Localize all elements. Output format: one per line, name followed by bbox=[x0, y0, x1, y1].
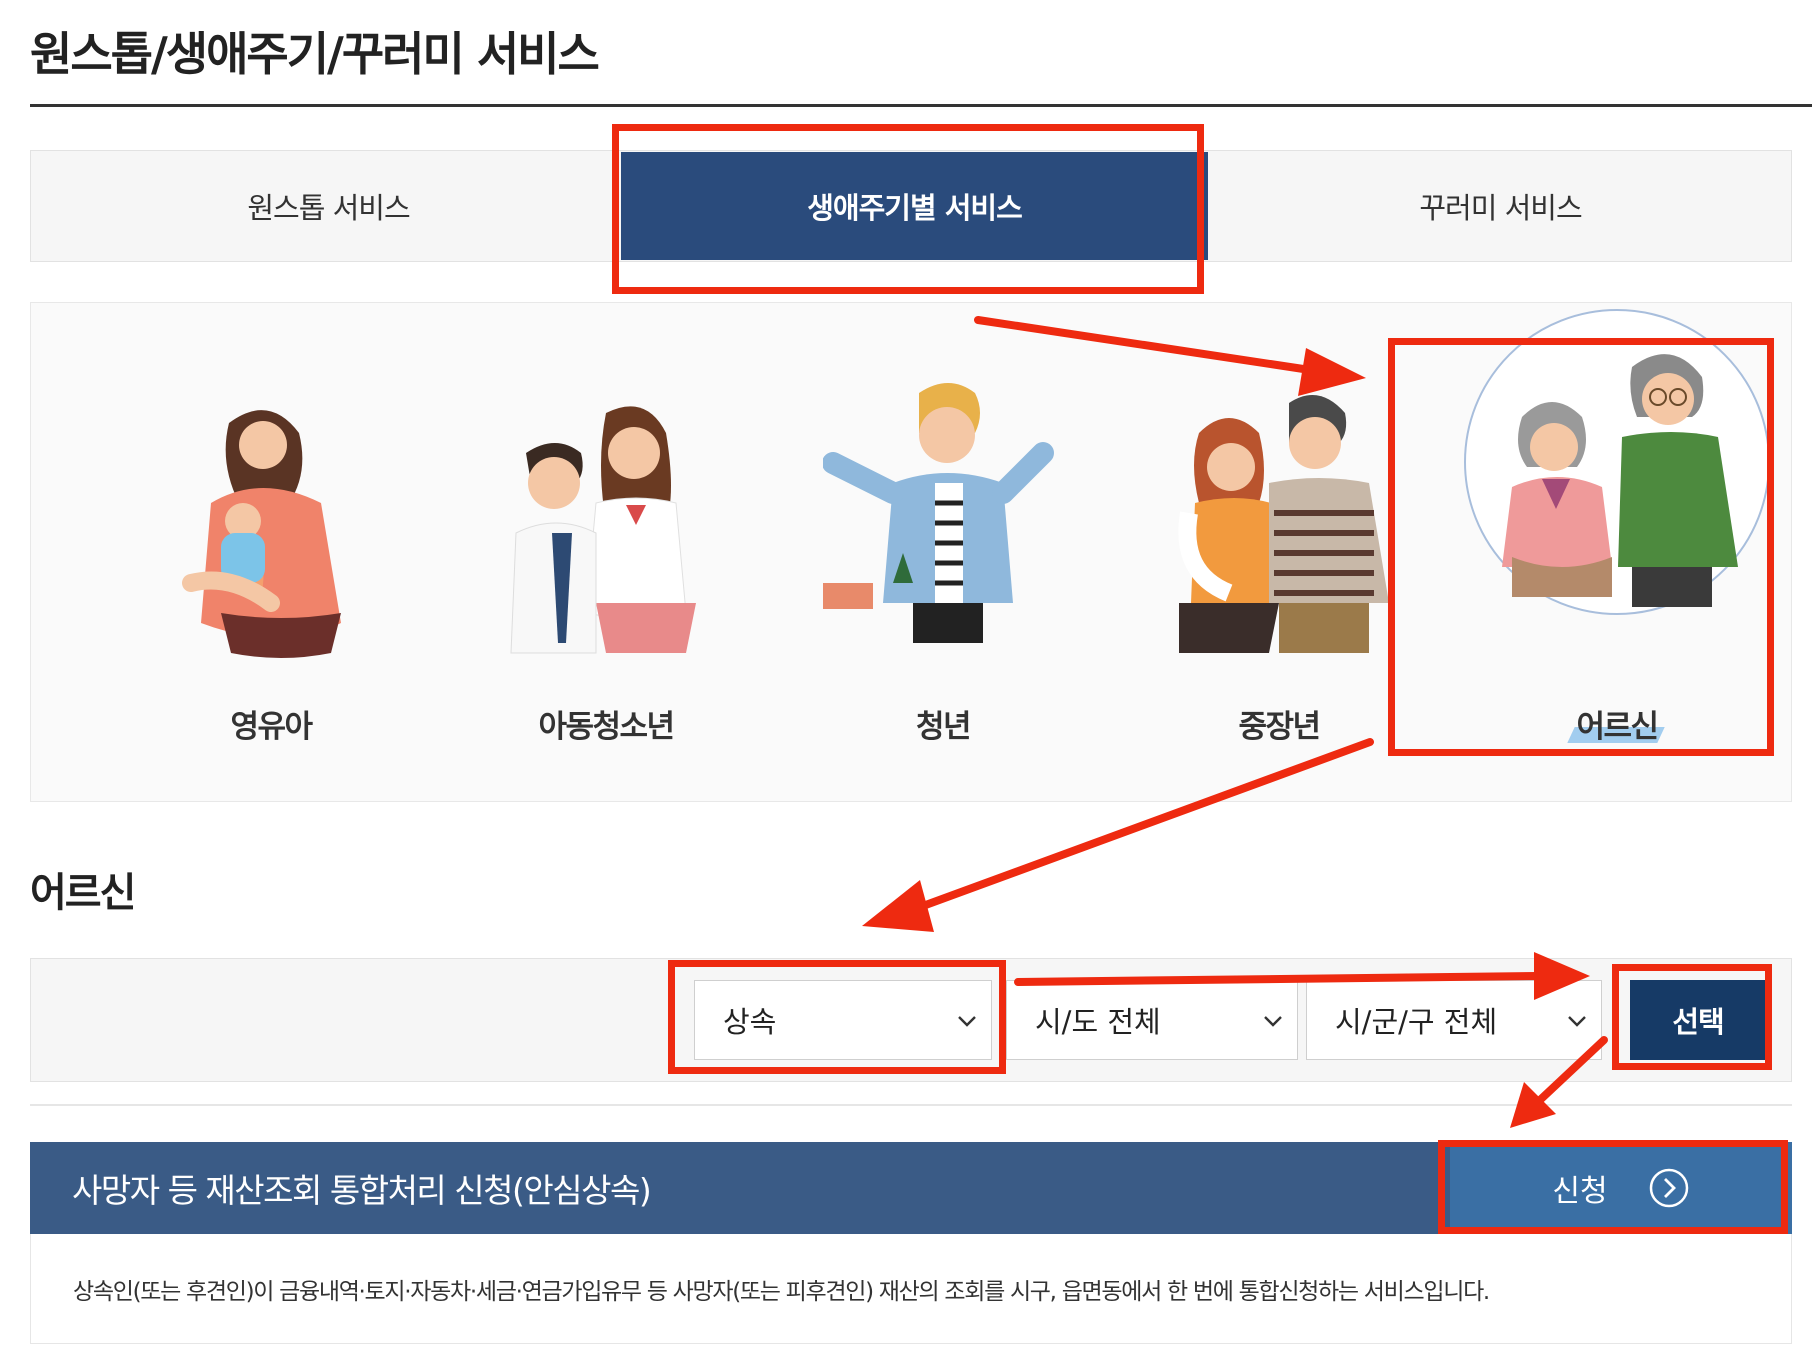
stage-label-youth: 아동청소년 bbox=[538, 709, 675, 745]
tab-package[interactable]: 꾸러미 서비스 bbox=[1208, 151, 1793, 261]
life-stage-panel: 영유아 아동청소년 청년 중장년 어르신 bbox=[30, 302, 1792, 802]
stage-label-young-adult: 청년 bbox=[915, 709, 972, 745]
mother-baby-illustration bbox=[182, 410, 341, 658]
province-select[interactable]: 시/도 전체 bbox=[1006, 980, 1298, 1060]
province-select-value: 시/도 전체 bbox=[1035, 1005, 1161, 1039]
service-item-header: 사망자 등 재산조회 통합처리 신청(안심상속) 신청 bbox=[30, 1142, 1792, 1234]
young-adult-illustration bbox=[823, 383, 1054, 643]
page-title: 원스톱/생애주기/꾸러미 서비스 bbox=[30, 27, 600, 81]
select-button[interactable]: 선택 bbox=[1630, 980, 1766, 1060]
children-illustration bbox=[510, 406, 696, 654]
stage-infant[interactable]: 영유아 bbox=[121, 303, 421, 783]
service-title: 사망자 등 재산조회 통합처리 신청(안심상속) bbox=[72, 1171, 652, 1210]
stage-label-senior: 어르신 bbox=[1576, 709, 1659, 745]
chevron-down-icon bbox=[1568, 1016, 1586, 1027]
chevron-down-icon bbox=[1264, 1016, 1282, 1027]
stage-senior[interactable]: 어르신 bbox=[1464, 303, 1770, 783]
arrowhead-2 bbox=[862, 880, 934, 932]
title-divider bbox=[30, 104, 1812, 107]
apply-button[interactable]: 신청 bbox=[1450, 1142, 1792, 1234]
category-select-value: 상속 bbox=[723, 1005, 777, 1039]
middle-aged-couple-illustration bbox=[1178, 395, 1389, 653]
stage-young-adult[interactable]: 청년 bbox=[793, 303, 1093, 783]
tab-onestop[interactable]: 원스톱 서비스 bbox=[31, 151, 626, 261]
service-type-tabs: 원스톱 서비스 생애주기별 서비스 꾸러미 서비스 bbox=[30, 150, 1792, 262]
chevron-right-circle-icon bbox=[1649, 1168, 1688, 1208]
service-description: 상속인(또는 후견인)이 금융내역·토지·자동차·세금·연금가입유무 등 사망자… bbox=[30, 1234, 1792, 1344]
tab-lifecycle[interactable]: 생애주기별 서비스 bbox=[621, 152, 1208, 260]
apply-button-label: 신청 bbox=[1552, 1174, 1608, 1209]
chevron-down-icon bbox=[958, 1016, 976, 1027]
stage-youth[interactable]: 아동청소년 bbox=[456, 303, 756, 783]
district-select[interactable]: 시/군/구 전체 bbox=[1306, 980, 1602, 1060]
stage-label-middle-age: 중장년 bbox=[1238, 709, 1321, 745]
section-title: 어르신 bbox=[30, 870, 136, 916]
category-select[interactable]: 상속 bbox=[694, 980, 992, 1060]
district-select-value: 시/군/구 전체 bbox=[1335, 1005, 1498, 1039]
stage-middle-age[interactable]: 중장년 bbox=[1129, 303, 1429, 783]
section-divider bbox=[30, 1104, 1792, 1106]
senior-couple-illustration bbox=[1464, 309, 1770, 615]
stage-label-infant: 영유아 bbox=[230, 709, 313, 745]
